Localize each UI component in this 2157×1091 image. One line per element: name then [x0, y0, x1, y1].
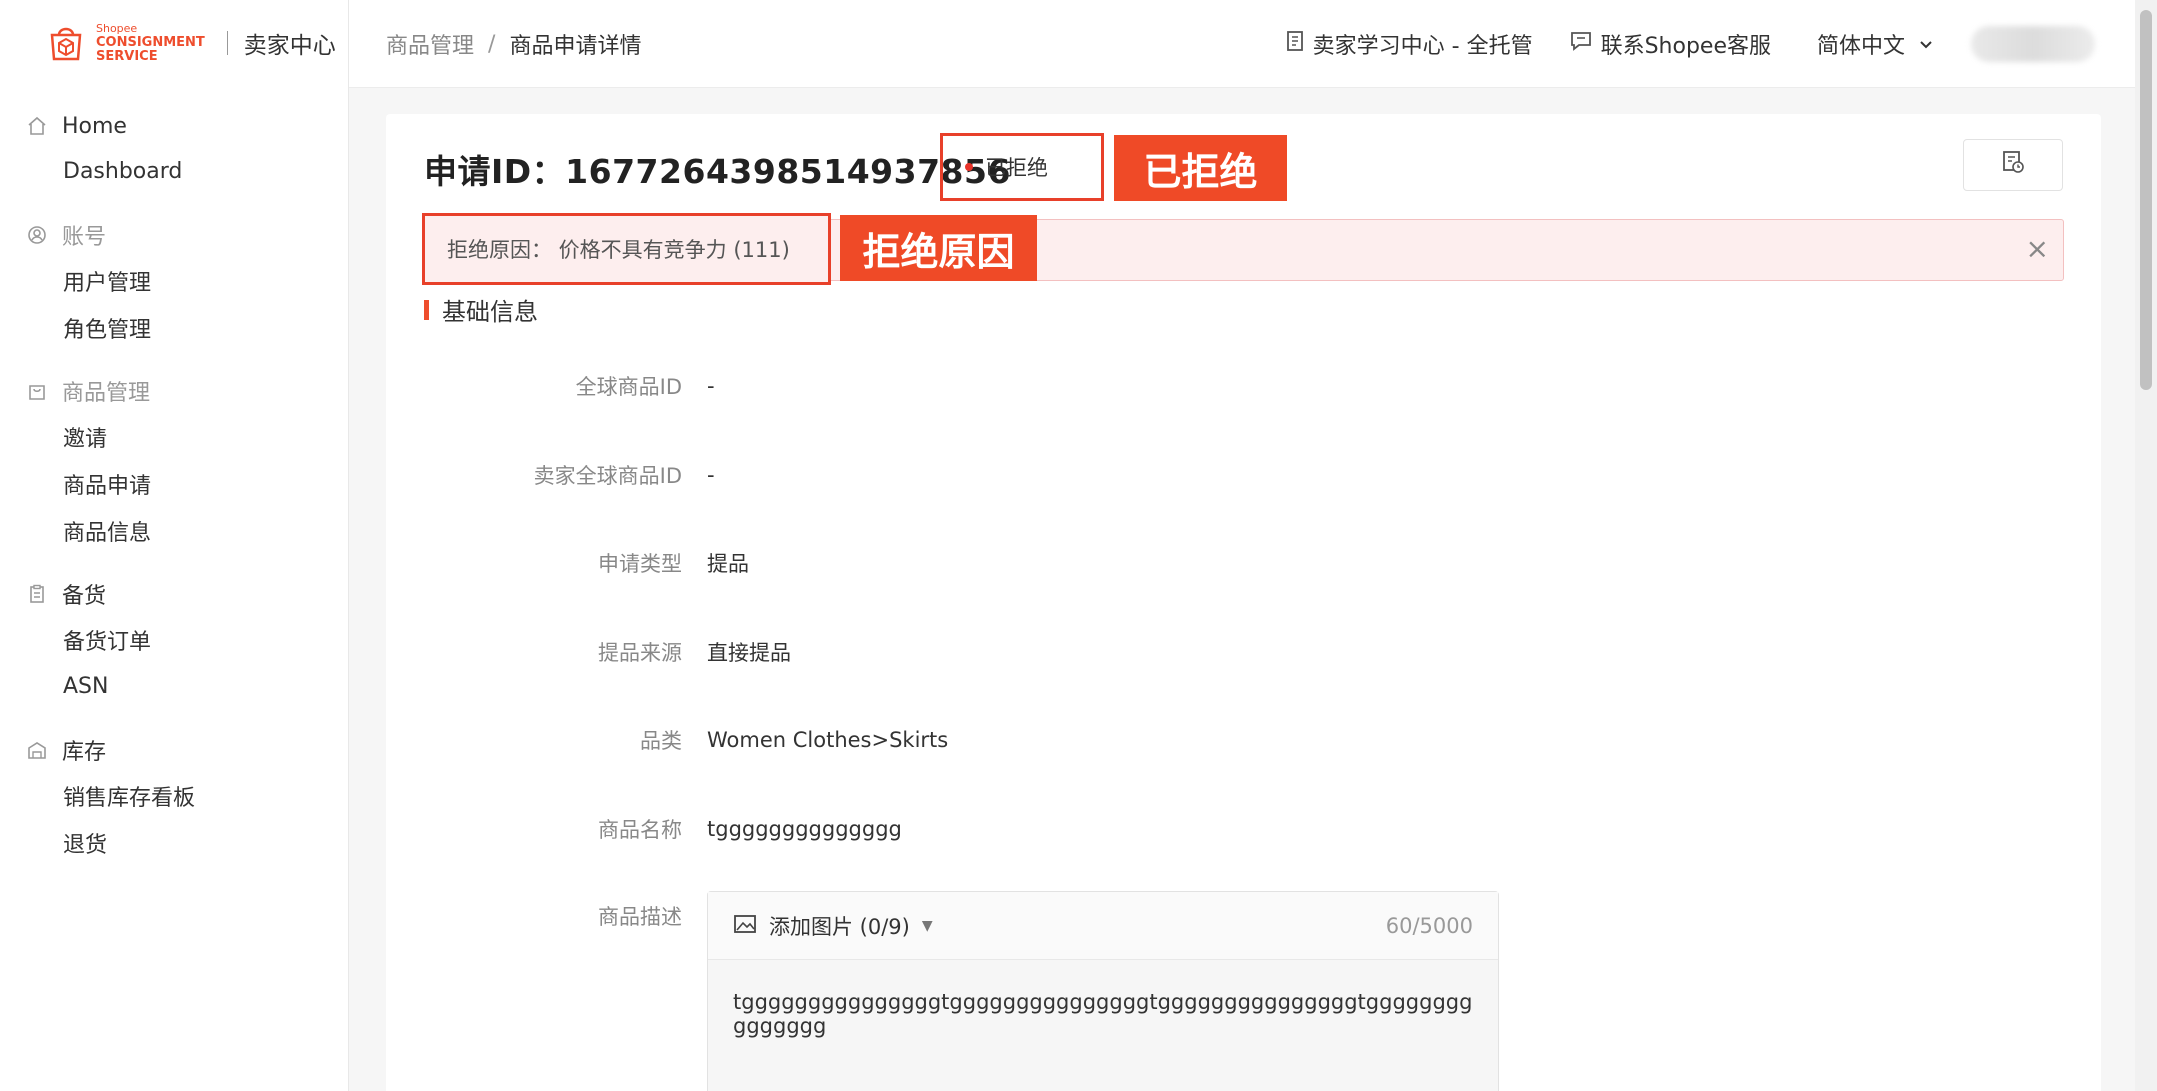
field-value: tgggggggggggggg	[707, 817, 902, 841]
bag-icon	[26, 380, 48, 402]
description-toolbar: 添加图片 (0/9) ▼ 60/5000	[708, 892, 1498, 960]
field-source: 提品来源 直接提品	[386, 637, 2086, 667]
brand-line2: CONSIGNMENT	[96, 35, 205, 50]
add-image-button[interactable]: 添加图片 (0/9)	[769, 911, 910, 941]
image-icon	[733, 912, 757, 940]
top-header: 商品管理 / 商品申请详情 卖家学习中心 - 全托管 联系Shopee客服 简体…	[349, 0, 2135, 88]
page-scrollbar[interactable]	[2135, 0, 2157, 1091]
nav-head-label: 库存	[62, 740, 107, 765]
nav-head-account[interactable]: 账号	[0, 213, 349, 257]
shopee-bag-icon	[50, 27, 82, 61]
field-label: 品类	[640, 729, 682, 753]
nav-head-label: 商品管理	[62, 381, 151, 406]
section-title-basic-info: 基础信息	[424, 292, 538, 327]
document-history-icon	[2000, 149, 2026, 181]
warehouse-icon	[26, 739, 48, 761]
status-dot	[965, 163, 973, 171]
breadcrumb-separator: /	[488, 31, 496, 57]
breadcrumb: 商品管理 / 商品申请详情	[386, 28, 641, 60]
status-label: 已拒绝	[985, 156, 1048, 180]
field-product-name: 商品名称 tgggggggggggggg	[386, 814, 2086, 844]
scrollbar-thumb[interactable]	[2140, 10, 2152, 390]
nav-group-products: 商品管理 邀请 商品申请 商品信息	[0, 369, 349, 554]
sidebar-item-asn[interactable]: ASN	[0, 663, 349, 710]
nav-head-stocking[interactable]: 备货	[0, 572, 349, 616]
chevron-down-icon	[1919, 35, 1933, 54]
breadcrumb-product-management[interactable]: 商品管理	[386, 28, 474, 60]
sidebar-item-returns[interactable]: 退货	[0, 819, 349, 866]
brand-wordmark: Shopee CONSIGNMENT SERVICE	[96, 23, 205, 63]
sidebar-item-role-management[interactable]: 角色管理	[0, 304, 349, 351]
nav-group-inventory: 库存 销售库存看板 退货	[0, 728, 349, 866]
nav-head-label: Home	[62, 113, 127, 139]
home-icon	[26, 115, 48, 137]
field-label: 提品来源	[598, 641, 682, 665]
sidebar: Shopee CONSIGNMENT SERVICE 卖家中心 Home Das…	[0, 0, 349, 1091]
description-editor: 添加图片 (0/9) ▼ 60/5000 tgggggggggggggggtgg…	[707, 891, 1499, 1091]
field-value: -	[707, 374, 715, 398]
breadcrumb-current: 商品申请详情	[509, 34, 642, 59]
field-value: 直接提品	[707, 641, 791, 665]
sidebar-item-stock-orders[interactable]: 备货订单	[0, 616, 349, 663]
user-circle-icon	[26, 224, 48, 246]
nav-group-stocking: 备货 备货订单 ASN	[0, 572, 349, 710]
chat-icon	[1569, 30, 1593, 58]
field-label: 卖家全球商品ID	[533, 464, 682, 488]
field-value: Women Clothes>Skirts	[707, 728, 949, 752]
language-select[interactable]: 简体中文	[1817, 28, 1933, 60]
field-application-type: 申请类型 提品	[386, 548, 2086, 578]
nav-group-home: Home Dashboard	[0, 104, 349, 195]
field-label: 申请类型	[598, 552, 682, 576]
application-id-title: 申请ID：1677264398514937856	[424, 152, 1011, 191]
contact-support-link[interactable]: 联系Shopee客服	[1569, 28, 1771, 60]
brand-line3: SERVICE	[96, 49, 158, 64]
sidebar-item-dashboard[interactable]: Dashboard	[0, 148, 349, 195]
field-label: 全球商品ID	[575, 375, 682, 399]
contact-support-label: 联系Shopee客服	[1600, 34, 1771, 59]
sidebar-item-product-info[interactable]: 商品信息	[0, 507, 349, 554]
nav-head-home[interactable]: Home	[0, 104, 349, 148]
nav-group-account: 账号 用户管理 角色管理	[0, 213, 349, 351]
status-badge: 已拒绝	[940, 133, 1104, 201]
description-text: tgggggggggggggggtgggggggggggggggtggggggg…	[733, 990, 1473, 1038]
account-avatar[interactable]	[1971, 26, 2095, 62]
field-label: 商品描述	[598, 905, 682, 929]
field-value: 提品	[707, 552, 749, 576]
detail-card: 申请ID：1677264398514937856 已拒绝 已拒绝 拒绝原因： 价…	[386, 114, 2101, 1091]
annotation-status-tag: 已拒绝	[1114, 135, 1287, 201]
field-seller-global-product-id: 卖家全球商品ID -	[386, 460, 2086, 490]
field-label: 商品名称	[598, 818, 682, 842]
char-counter: 60/5000	[1385, 913, 1473, 938]
section-accent-bar	[424, 299, 429, 320]
caret-down-icon[interactable]: ▼	[922, 918, 933, 934]
nav-head-label: 备货	[62, 584, 107, 609]
sidebar-item-sales-inventory-board[interactable]: 销售库存看板	[0, 772, 349, 819]
close-icon[interactable]: ×	[2026, 235, 2049, 263]
clipboard-icon	[26, 583, 48, 605]
annotation-reason-tag: 拒绝原因	[840, 215, 1037, 281]
sidebar-item-invite[interactable]: 邀请	[0, 413, 349, 460]
nav-head-products[interactable]: 商品管理	[0, 369, 349, 413]
nav-head-inventory[interactable]: 库存	[0, 728, 349, 772]
sidebar-item-user-management[interactable]: 用户管理	[0, 257, 349, 304]
language-label: 简体中文	[1816, 34, 1905, 59]
brand-line1: Shopee	[96, 22, 138, 35]
field-value: -	[707, 463, 715, 487]
learning-center-link[interactable]: 卖家学习中心 - 全托管	[1285, 28, 1533, 60]
field-global-product-id: 全球商品ID -	[386, 371, 2086, 401]
brand-title: 卖家中心	[243, 33, 336, 59]
section-title-label: 基础信息	[442, 298, 538, 326]
sidebar-nav: Home Dashboard 账号 用户管理 角色管理 商品管理 邀请 商品申请…	[0, 104, 349, 884]
brand[interactable]: Shopee CONSIGNMENT SERVICE 卖家中心	[44, 18, 336, 68]
header-actions: 卖家学习中心 - 全托管 联系Shopee客服 简体中文	[1249, 26, 2095, 62]
book-icon	[1285, 30, 1305, 58]
learning-center-label: 卖家学习中心 - 全托管	[1312, 34, 1533, 59]
reject-reason: 拒绝原因： 价格不具有竞争力 (111)	[422, 213, 831, 285]
field-category: 品类 Women Clothes>Skirts	[386, 725, 2086, 755]
history-button[interactable]	[1963, 139, 2063, 191]
sidebar-item-product-application[interactable]: 商品申请	[0, 460, 349, 507]
brand-divider	[226, 31, 228, 55]
nav-head-label: 账号	[62, 225, 107, 250]
